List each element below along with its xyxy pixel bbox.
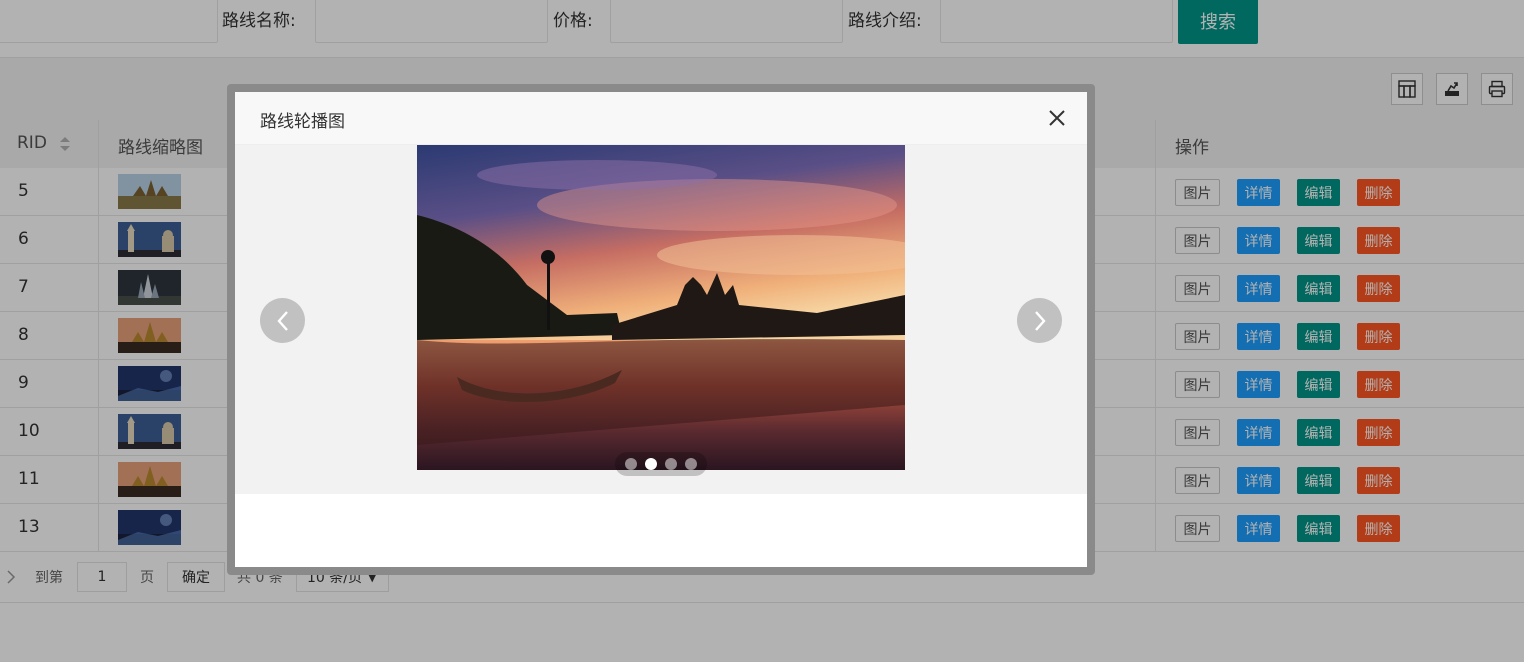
carousel-modal: 路线轮播图 <box>235 92 1087 567</box>
close-icon[interactable] <box>1047 108 1067 128</box>
carousel-next-button[interactable] <box>1017 298 1062 343</box>
carousel-dot[interactable] <box>665 458 677 470</box>
modal-title: 路线轮播图 <box>260 112 345 132</box>
chevron-right-icon <box>1034 310 1046 331</box>
chevron-left-icon <box>276 310 288 331</box>
carousel-dot[interactable] <box>625 458 637 470</box>
carousel-dot-active[interactable] <box>645 458 657 470</box>
carousel-dot[interactable] <box>685 458 697 470</box>
carousel-indicators <box>615 452 707 476</box>
carousel-slide-image <box>417 145 905 470</box>
modal-header: 路线轮播图 <box>235 92 1087 145</box>
carousel-prev-button[interactable] <box>260 298 305 343</box>
image-carousel <box>235 145 1087 494</box>
